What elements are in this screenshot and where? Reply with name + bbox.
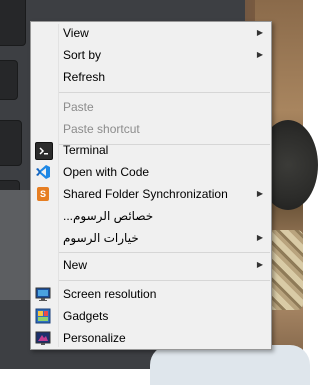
bowl-photo (150, 345, 310, 385)
menu-item-label: Terminal (63, 143, 109, 157)
submenu-arrow-icon: ▶ (256, 28, 263, 37)
menu-item-label: خيارات الرسوم (63, 231, 139, 245)
bark-texture (268, 230, 303, 310)
submenu-arrow-icon: ▶ (256, 260, 263, 269)
menu-item-paste: Paste (32, 96, 270, 118)
menu-separator (59, 92, 270, 93)
menu-item-label: Screen resolution (63, 287, 157, 301)
menu-item-graphics-properties[interactable]: خصائص الرسوم... (32, 205, 270, 227)
menu-item-label: View (63, 26, 89, 40)
monitor-icon (35, 286, 51, 302)
submenu-arrow-icon: ▶ (256, 189, 263, 198)
menu-item-open-with-code[interactable]: Open with Code (32, 161, 270, 183)
key (0, 60, 18, 100)
menu-item-graphics-options[interactable]: خيارات الرسوم ▶ (32, 227, 270, 249)
menu-item-label: Open with Code (63, 165, 150, 179)
submenu-arrow-icon: ▶ (256, 50, 263, 59)
menu-item-personalize[interactable]: Personalize (32, 327, 270, 349)
menu-item-screen-resolution[interactable]: Screen resolution (32, 283, 270, 305)
menu-item-paste-shortcut: Paste shortcut (32, 118, 270, 140)
gadgets-icon (35, 308, 51, 324)
menu-separator (59, 252, 270, 253)
menu-item-label: Sort by (63, 48, 102, 62)
menu-item-label: Shared Folder Synchronization (63, 187, 228, 201)
menu-item-label: Paste (63, 100, 94, 114)
desktop-context-menu: View ▶ Sort by ▶ Refresh Paste Paste sho… (30, 21, 272, 350)
menu-item-shared-folder-sync[interactable]: S Shared Folder Synchronization ▶ (32, 183, 270, 205)
key (0, 0, 26, 46)
menu-item-gadgets[interactable]: Gadgets (32, 305, 270, 327)
sync-icon: S (37, 187, 49, 201)
menu-item-label: New (63, 258, 88, 272)
key (0, 120, 22, 166)
submenu-arrow-icon: ▶ (256, 233, 263, 242)
menu-item-terminal[interactable]: Terminal (32, 139, 270, 161)
menu-item-new[interactable]: New ▶ (32, 254, 270, 276)
menu-item-label: Refresh (63, 70, 106, 84)
menu-item-label: Personalize (63, 331, 126, 345)
menu-item-label: Paste shortcut (63, 122, 140, 136)
menu-separator (59, 280, 270, 281)
personalize-icon (35, 330, 51, 346)
menu-item-view[interactable]: View ▶ (32, 22, 270, 44)
menu-item-refresh[interactable]: Refresh (32, 66, 270, 88)
terminal-icon (35, 142, 53, 160)
menu-item-sort-by[interactable]: Sort by ▶ (32, 44, 270, 66)
menu-item-label: Gadgets (63, 309, 109, 323)
menu-item-label: خصائص الرسوم... (63, 209, 154, 223)
vscode-icon (35, 164, 51, 180)
